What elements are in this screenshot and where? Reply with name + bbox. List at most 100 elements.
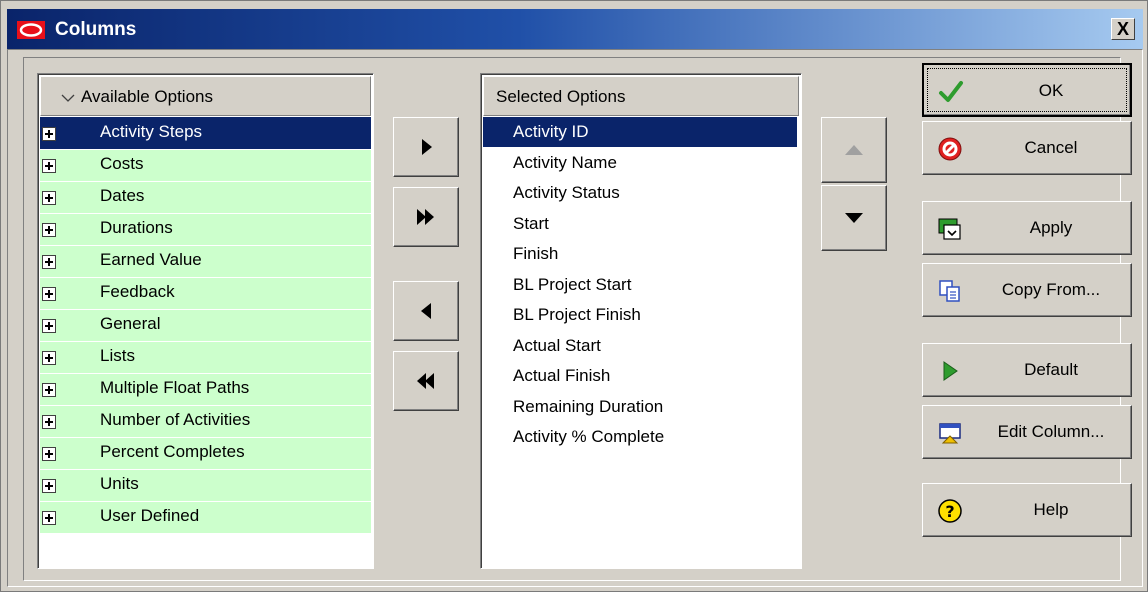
row-separator [40, 181, 371, 182]
available-option-item[interactable]: Multiple Float Paths [40, 373, 371, 405]
help-label: Help [1033, 500, 1069, 519]
available-option-item[interactable]: User Defined [40, 501, 371, 533]
selected-option-item[interactable]: Finish [483, 239, 797, 269]
expand-plus-icon[interactable] [42, 511, 56, 525]
available-option-label: User Defined [100, 506, 200, 525]
double-triangle-left-icon [417, 373, 434, 389]
play-triangle-icon [943, 361, 958, 381]
selected-options-list[interactable]: Selected Options Activity ID Activity Nam… [480, 73, 802, 569]
available-option-label: Earned Value [100, 250, 202, 269]
row-separator [40, 213, 371, 214]
ok-label: OK [1038, 81, 1064, 100]
available-option-item[interactable]: Durations [40, 213, 371, 245]
expand-plus-icon[interactable] [42, 127, 56, 141]
available-option-label: Feedback [100, 282, 175, 301]
row-separator [40, 277, 371, 278]
expand-plus-icon[interactable] [42, 479, 56, 493]
available-option-label: Lists [100, 346, 135, 365]
triangle-right-icon [422, 139, 432, 155]
ok-button[interactable]: OK [922, 63, 1132, 117]
move-left-button[interactable] [393, 281, 459, 341]
selected-option-item[interactable]: Actual Start [483, 331, 797, 361]
row-separator [40, 501, 371, 502]
cancel-label: Cancel [1024, 138, 1078, 157]
selected-option-item[interactable]: Start [483, 209, 797, 239]
apply-button[interactable]: Apply [922, 201, 1132, 255]
help-button[interactable]: ? Help [922, 483, 1132, 537]
title-bar[interactable]: Columns X [7, 9, 1143, 49]
window-title: Columns [55, 19, 137, 40]
available-option-item[interactable]: General [40, 309, 371, 341]
available-options-list[interactable]: Available Options Activity Steps Costs Dat… [37, 73, 374, 569]
selected-option-item[interactable]: Activity Name [483, 148, 797, 178]
no-entry-icon [938, 137, 962, 161]
expand-plus-icon[interactable] [42, 383, 56, 397]
move-right-button[interactable] [393, 117, 459, 177]
close-button[interactable]: X [1111, 18, 1135, 40]
available-option-item[interactable]: Lists [40, 341, 371, 373]
expand-plus-icon[interactable] [42, 319, 56, 333]
row-separator [40, 149, 371, 150]
default-button[interactable]: Default [922, 343, 1132, 397]
selected-options-header[interactable]: Selected Options [483, 76, 799, 116]
selected-option-item[interactable]: BL Project Finish [483, 300, 797, 330]
edit-column-button[interactable]: Edit Column... [922, 405, 1132, 459]
selected-option-item[interactable]: Activity % Complete [483, 422, 797, 452]
apply-icon [938, 218, 961, 240]
row-separator [40, 341, 371, 342]
move-up-button[interactable] [821, 117, 887, 183]
expand-plus-icon[interactable] [42, 223, 56, 237]
available-option-label: Percent Completes [100, 442, 245, 461]
selected-options-title: Selected Options [496, 87, 626, 106]
oracle-logo-icon [17, 21, 45, 39]
available-options-title: Available Options [81, 87, 213, 106]
available-option-item[interactable]: Activity Steps [40, 117, 371, 149]
selected-option-item[interactable]: Remaining Duration [483, 392, 797, 422]
cancel-button[interactable]: Cancel [922, 121, 1132, 175]
expand-plus-icon[interactable] [42, 287, 56, 301]
available-option-label: Durations [100, 218, 173, 237]
checkmark-icon [939, 81, 963, 102]
expand-plus-icon[interactable] [42, 159, 56, 173]
available-option-item[interactable]: Costs [40, 149, 371, 181]
move-all-right-button[interactable] [393, 187, 459, 247]
row-separator [40, 437, 371, 438]
selected-option-item[interactable]: BL Project Start [483, 270, 797, 300]
columns-dialog: Columns X Available Options Activity Ste… [0, 0, 1148, 592]
double-triangle-right-icon [417, 209, 434, 225]
available-option-label: Multiple Float Paths [100, 378, 250, 397]
copy-from-label: Copy From... [1001, 280, 1101, 299]
expand-plus-icon[interactable] [42, 351, 56, 365]
triangle-up-icon [845, 145, 863, 155]
edit-column-icon [939, 423, 961, 444]
move-down-button[interactable] [821, 185, 887, 251]
available-option-label: Dates [100, 186, 145, 205]
available-option-item[interactable]: Percent Completes [40, 437, 371, 469]
expand-plus-icon[interactable] [42, 255, 56, 269]
move-all-left-button[interactable] [393, 351, 459, 411]
selected-option-item[interactable]: Activity Status [483, 178, 797, 208]
row-separator [40, 373, 371, 374]
copy-from-button[interactable]: Copy From... [922, 263, 1132, 317]
row-separator [40, 245, 371, 246]
copy-documents-icon [939, 280, 960, 302]
available-option-item[interactable]: Dates [40, 181, 371, 213]
available-option-item[interactable]: Units [40, 469, 371, 501]
expand-plus-icon[interactable] [42, 447, 56, 461]
row-separator [40, 405, 371, 406]
expand-plus-icon[interactable] [42, 191, 56, 205]
available-option-item[interactable]: Number of Activities [40, 405, 371, 437]
available-option-label: Number of Activities [100, 410, 251, 429]
available-options-header[interactable]: Available Options [40, 76, 371, 116]
row-separator [40, 309, 371, 310]
available-option-item[interactable]: Feedback [40, 277, 371, 309]
triangle-down-icon [845, 213, 863, 223]
available-option-label: Costs [100, 154, 144, 173]
selected-option-item[interactable]: Activity ID [483, 117, 797, 147]
default-label: Default [1024, 360, 1078, 379]
available-option-label: General [100, 314, 161, 333]
available-option-item[interactable]: Earned Value [40, 245, 371, 277]
selected-option-item[interactable]: Actual Finish [483, 361, 797, 391]
row-separator [40, 469, 371, 470]
expand-plus-icon[interactable] [42, 415, 56, 429]
